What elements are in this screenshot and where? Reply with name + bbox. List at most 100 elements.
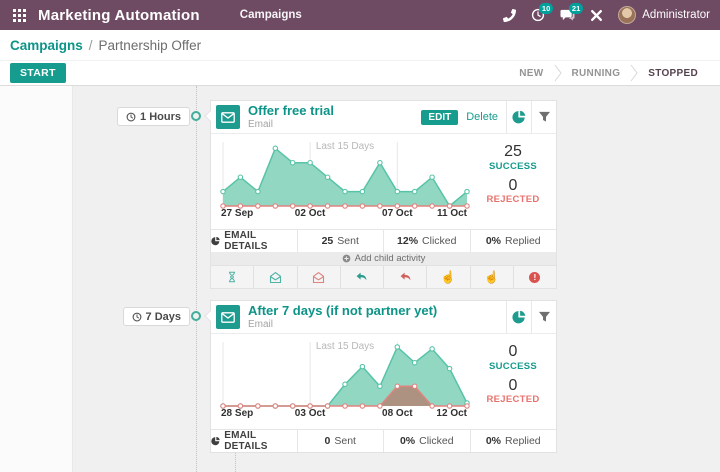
graph-toggle-button[interactable] [506,101,531,133]
x-axis-labels: 27 Sep 02 Oct 07 Oct 11 Oct [219,208,471,224]
activity-body: Last 15 Days 27 Sep 02 Oct 07 Oct 11 Oct 25… [211,134,556,229]
rejected-count: 0 [470,177,556,195]
pie-chart-icon [512,310,526,324]
activity-footer: EMAIL DETAILS 0Sent 0%Clicked 0%Replied [211,429,556,452]
stage-running[interactable]: RUNNING [562,68,631,79]
trigger-clicked-icon[interactable]: ☝ [426,266,469,288]
trigger-delay-pill[interactable]: 1 Hours [117,107,190,126]
pie-chart-icon [512,110,526,124]
stage-new[interactable]: NEW [509,68,553,79]
child-connector-line [235,452,236,472]
sent-stat[interactable]: 0Sent [297,430,384,452]
x-tick-label: 07 Oct [382,208,413,219]
clock-icon [126,112,136,122]
add-child-activity-button[interactable]: Add child activity [211,252,556,265]
top-navbar: Marketing Automation Campaigns 10 21 Adm… [0,0,720,30]
chart-annotation: Last 15 Days [316,341,374,352]
workflow-timeline [196,86,197,472]
breadcrumb-campaigns-link[interactable]: Campaigns [10,38,83,53]
chevron-separator-icon [630,64,638,82]
rejected-label: REJECTED [470,394,556,405]
clicked-stat[interactable]: 0%Clicked [383,430,470,452]
activity-chart: Last 15 Days 27 Sep 02 Oct 07 Oct 11 Oct [219,136,471,228]
clock-icon[interactable]: 10 [531,8,545,22]
x-tick-label: 08 Oct [382,408,413,419]
trigger-not-replied-icon[interactable] [383,266,426,288]
trigger-email-not-opened-icon[interactable] [297,266,340,288]
filter-icon [538,111,551,123]
stage-pipeline: NEW RUNNING STOPPED [509,64,720,82]
filter-icon [538,311,551,323]
app-title: Marketing Automation [38,7,200,24]
trigger-replied-icon[interactable] [340,266,383,288]
graph-toggle-button[interactable] [506,301,531,333]
nav-menu-campaigns[interactable]: Campaigns [240,9,302,21]
child-trigger-row: ☝ ☝ ! [211,265,556,288]
activity-count-badge: 10 [539,3,553,14]
messages-icon[interactable]: 21 [560,8,575,22]
start-button[interactable]: START [10,63,66,83]
sent-stat[interactable]: 25Sent [297,230,384,252]
activity-channel: Email [248,119,334,131]
delete-button[interactable]: Delete [466,111,498,123]
x-tick-label: 11 Oct [437,208,467,219]
trigger-delay-label: 7 Days [146,311,181,323]
activity-chart: Last 15 Days 28 Sep03 Oct08 Oct12 Oct [219,336,471,428]
success-count: 0 [470,343,556,361]
trigger-bounced-icon[interactable]: ! [513,266,556,288]
trigger-hourglass-icon[interactable] [211,266,253,288]
trigger-delay-pill[interactable]: 7 Days [123,307,190,326]
email-details-button[interactable]: EMAIL DETAILS [211,430,297,452]
rejected-label: REJECTED [470,194,556,205]
apps-grid-icon[interactable] [13,9,26,22]
x-tick-label: 12 Oct [436,408,467,419]
breadcrumb: Campaigns / Partnership Offer [0,30,720,60]
workflow-canvas: 1 Hours Offer free trial Email EDIT Dele… [0,86,720,472]
chevron-separator-icon [554,64,562,82]
x-tick-label: 28 Sep [221,408,253,419]
replied-stat[interactable]: 0%Replied [470,230,557,252]
email-details-button[interactable]: EMAIL DETAILS [211,230,297,252]
filter-toggle-button[interactable] [531,301,556,333]
message-count-badge: 21 [569,3,583,14]
pie-chart-icon [211,436,220,446]
success-count: 25 [470,143,556,161]
user-name: Administrator [642,9,710,21]
user-menu[interactable]: Administrator [618,6,710,24]
tools-icon[interactable] [590,9,603,22]
activity-header: After 7 days (if not partner yet) Email [211,301,556,334]
activity-footer: EMAIL DETAILS 25Sent 12%Clicked 0%Replie… [211,229,556,252]
canvas-left-margin [0,86,73,472]
phone-icon[interactable] [503,9,516,22]
trigger-not-clicked-icon[interactable]: ☝ [470,266,513,288]
success-label: SUCCESS [470,161,556,172]
avatar [618,6,636,24]
email-activity-icon [216,305,240,329]
clicked-stat[interactable]: 12%Clicked [383,230,470,252]
breadcrumb-current: Partnership Offer [99,38,202,53]
control-toolbar: START NEW RUNNING STOPPED [0,60,720,86]
replied-stat[interactable]: 0%Replied [470,430,557,452]
plus-circle-icon [342,254,351,263]
stage-stopped[interactable]: STOPPED [638,68,708,79]
activity-title[interactable]: After 7 days (if not partner yet) [248,304,437,319]
pie-chart-icon [211,236,220,246]
x-tick-label: 02 Oct [295,208,326,219]
activity-header: Offer free trial Email EDIT Delete [211,101,556,134]
activity-stats: 0 SUCCESS 0 REJECTED [470,334,556,429]
trigger-email-opened-icon[interactable] [253,266,296,288]
edit-button[interactable]: EDIT [421,110,458,125]
timeline-node[interactable] [191,311,201,321]
activity-card-after-7-days: After 7 days (if not partner yet) Email … [210,300,557,453]
activity-body: Last 15 Days 28 Sep03 Oct08 Oct12 Oct 0 … [211,334,556,429]
timeline-node[interactable] [191,111,201,121]
trigger-delay-label: 1 Hours [140,111,181,123]
filter-toggle-button[interactable] [531,101,556,133]
activity-card-offer-free-trial: Offer free trial Email EDIT Delete Last … [210,100,557,289]
activity-title[interactable]: Offer free trial [248,104,334,119]
x-axis-labels: 28 Sep03 Oct08 Oct12 Oct [219,408,471,424]
rejected-count: 0 [470,377,556,395]
activity-stats: 25 SUCCESS 0 REJECTED [470,134,556,229]
x-tick-label: 27 Sep [221,208,253,219]
chart-annotation: Last 15 Days [316,141,374,152]
